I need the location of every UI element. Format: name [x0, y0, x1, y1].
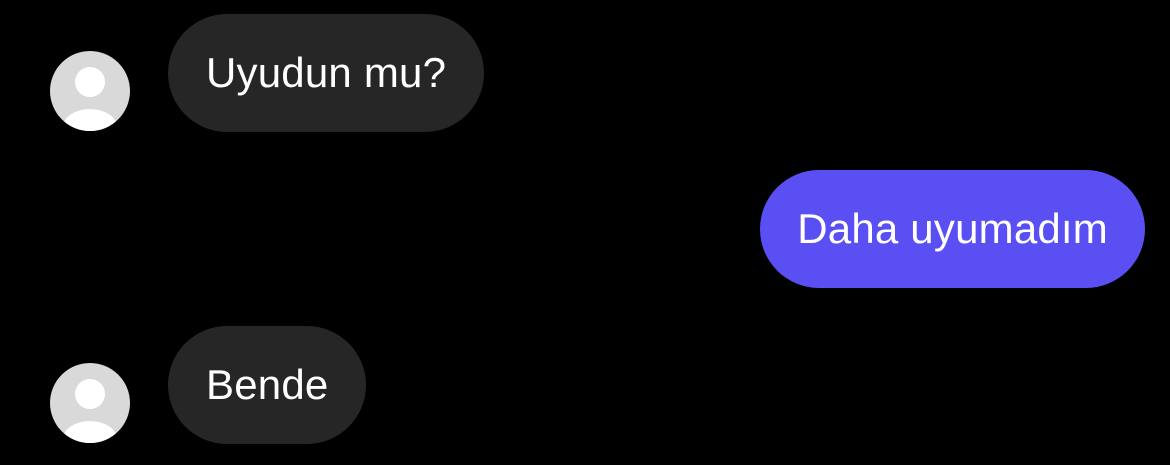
- incoming-message-bubble[interactable]: Bende: [168, 326, 367, 444]
- message-text: Daha uyumadım: [797, 205, 1108, 252]
- sender-avatar[interactable]: [50, 51, 130, 131]
- default-user-icon: [63, 67, 117, 131]
- incoming-message-bubble[interactable]: Uyudun mu?: [168, 14, 485, 132]
- outgoing-message-bubble[interactable]: Daha uyumadım: [760, 170, 1145, 288]
- message-text: Bende: [206, 361, 329, 408]
- default-user-icon: [63, 379, 117, 443]
- sender-avatar[interactable]: [50, 363, 130, 443]
- message-text: Uyudun mu?: [206, 49, 447, 96]
